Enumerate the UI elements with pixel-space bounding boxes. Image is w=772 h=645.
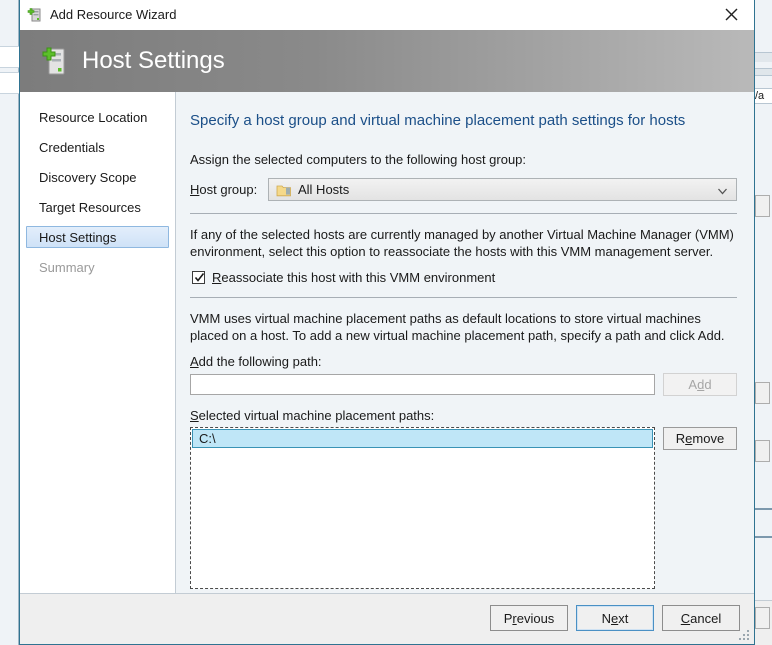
reassociate-description: If any of the selected hosts are current… — [190, 227, 734, 259]
cancel-button[interactable]: Cancel — [662, 605, 740, 631]
background-right-button — [755, 382, 770, 404]
content-heading: Specify a host group and virtual machine… — [190, 112, 686, 129]
server-add-icon — [27, 7, 43, 23]
wizard-content: Specify a host group and virtual machine… — [176, 92, 754, 593]
dialog-header: Host Settings — [20, 30, 754, 92]
add-button-label-post: d — [704, 377, 712, 392]
host-group-label-rest: ost group: — [199, 182, 258, 197]
next-label-accel: e — [611, 610, 619, 626]
background-right-divider — [755, 508, 772, 510]
separator-top — [190, 213, 737, 214]
previous-button[interactable]: Pr evious — [490, 605, 568, 631]
background-right-strip — [755, 52, 772, 62]
previous-label-pre: P — [503, 610, 513, 626]
background-window-left — [0, 0, 19, 645]
selected-paths-label: Selected virtual machine placement paths… — [190, 408, 737, 423]
remove-button[interactable]: Re move — [663, 427, 737, 450]
assign-description: Assign the selected computers to the fol… — [190, 152, 527, 167]
separator-bottom — [190, 297, 737, 298]
background-right-divider — [755, 536, 772, 538]
remove-button-label-pre: R — [675, 431, 686, 446]
sidebar-item-summary: Summary — [39, 260, 95, 275]
add-path-label-rest: dd the following path: — [198, 354, 322, 369]
server-add-icon — [38, 44, 72, 78]
background-right-button — [755, 440, 770, 462]
add-path-row: Add — [190, 373, 737, 396]
selected-paths-label-rest: elected virtual machine placement paths: — [198, 408, 435, 423]
sidebar-item-credentials[interactable]: Credentials — [26, 136, 169, 158]
close-icon[interactable] — [709, 0, 754, 29]
add-path-label-accel: A — [190, 354, 199, 369]
selected-paths-label-accel: S — [190, 408, 199, 423]
resize-grip-icon[interactable] — [738, 629, 751, 642]
host-group-label-accel: H — [190, 182, 200, 197]
list-item[interactable]: C:\ — [192, 429, 653, 448]
placement-description: VMM uses virtual machine placement paths… — [190, 311, 725, 343]
selected-paths-row: C:\ Re move — [190, 427, 737, 589]
sidebar-item-target-resources[interactable]: Target Resources — [26, 196, 169, 218]
background-right-strip — [755, 68, 772, 76]
checkmark-icon — [194, 273, 205, 282]
dialog-title: Add Resource Wizard — [50, 7, 177, 22]
sidebar-item-resource-location[interactable]: Resource Location — [26, 106, 169, 128]
host-group-select[interactable]: All Hosts — [268, 178, 737, 201]
host-group-row: Host group: All Hosts — [190, 178, 737, 201]
dialog-body: Resource Location Credentials Discovery … — [20, 92, 754, 593]
previous-label-post: evious — [516, 610, 555, 626]
reassociate-row: Reassociate this host with this VMM envi… — [192, 270, 737, 285]
reassociate-checkbox[interactable] — [192, 271, 205, 284]
wizard-sidebar: Resource Location Credentials Discovery … — [20, 92, 176, 593]
cancel-label-rest: ancel — [690, 610, 722, 626]
cancel-label-accel: C — [680, 610, 691, 626]
add-path-label: Add the following path: — [190, 354, 737, 369]
add-button-label-pre: A — [688, 377, 698, 392]
add-button-label-accel: d — [697, 377, 705, 392]
background-right-button — [755, 607, 770, 629]
sidebar-item-host-settings[interactable]: Host Settings — [26, 226, 169, 248]
next-label-post: xt — [618, 610, 629, 626]
background-left-strip — [0, 46, 19, 68]
add-button[interactable]: Add — [663, 373, 737, 396]
placement-paths-listbox[interactable]: C:\ — [190, 427, 655, 589]
reassociate-label-accel: R — [212, 270, 222, 285]
add-path-input[interactable] — [190, 374, 655, 395]
page-title: Host Settings — [82, 47, 225, 74]
host-group-value: All Hosts — [298, 182, 350, 197]
background-left-strip — [0, 72, 19, 94]
reassociate-checkbox-label[interactable]: Reassociate this host with this VMM envi… — [212, 270, 495, 285]
remove-button-label-post: move — [692, 431, 725, 446]
host-group-label: Host group: — [190, 182, 268, 197]
background-right-label: /a — [755, 88, 772, 104]
background-right-button — [755, 195, 770, 217]
folder-icon — [276, 183, 292, 197]
remove-button-label-accel: e — [685, 431, 693, 446]
chevron-down-icon — [718, 182, 727, 197]
add-resource-wizard-dialog: Add Resource Wizard Host Settings Resour… — [19, 0, 755, 645]
footer-button-group: Pr evious Ne xt Cancel — [490, 605, 740, 631]
dialog-footer: Pr evious Ne xt Cancel — [20, 593, 754, 644]
next-label-pre: N — [601, 610, 612, 626]
background-window-right: /a — [755, 0, 772, 645]
reassociate-label-rest: eassociate this host with this VMM envir… — [221, 270, 496, 285]
next-button[interactable]: Ne xt — [576, 605, 654, 631]
sidebar-item-discovery-scope[interactable]: Discovery Scope — [26, 166, 169, 188]
dialog-titlebar[interactable]: Add Resource Wizard — [20, 0, 754, 30]
